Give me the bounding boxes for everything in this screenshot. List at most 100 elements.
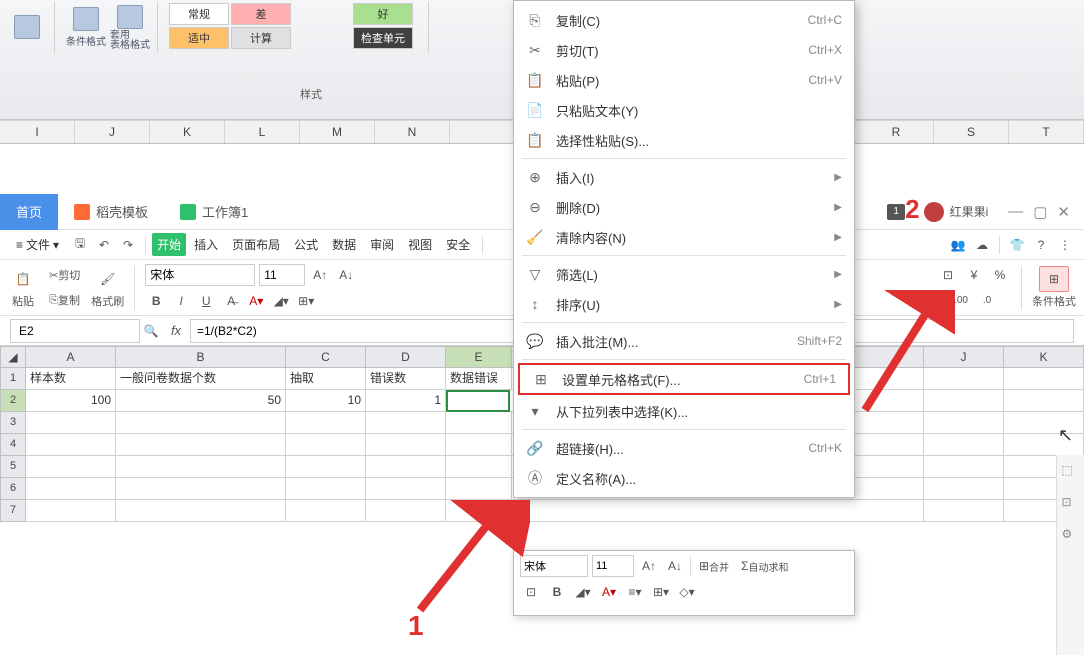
num-fmt[interactable]: ⊡ bbox=[937, 264, 959, 286]
mini-fmt[interactable]: ⊡ bbox=[520, 581, 542, 603]
name-box[interactable] bbox=[10, 319, 140, 343]
mini-align[interactable]: ≡▾ bbox=[624, 581, 646, 603]
qat-save[interactable]: 🖫 bbox=[69, 234, 91, 256]
side-settings[interactable]: ⚙ bbox=[1062, 527, 1080, 545]
col-L[interactable]: L bbox=[225, 121, 300, 143]
ctx-name[interactable]: Ⓐ定义名称(A)... bbox=[514, 463, 854, 493]
paste-btn[interactable]: 📋 bbox=[8, 266, 38, 292]
ctx-insert[interactable]: ⊕插入(I)▶ bbox=[514, 162, 854, 192]
mini-font[interactable] bbox=[520, 555, 588, 577]
row-3[interactable]: 3 bbox=[0, 412, 26, 434]
underline-btn[interactable]: U bbox=[195, 290, 217, 312]
ctx-copy[interactable]: ⎘复制(C)Ctrl+C bbox=[514, 5, 854, 35]
col-I[interactable]: I bbox=[0, 121, 75, 143]
fx-search[interactable]: 🔍 bbox=[140, 320, 162, 342]
font-select[interactable] bbox=[145, 264, 255, 286]
ctx-cut[interactable]: ✂剪切(T)Ctrl+X bbox=[514, 35, 854, 65]
style-good[interactable]: 好 bbox=[353, 3, 413, 25]
col-R[interactable]: R bbox=[859, 121, 934, 143]
ctx-format[interactable]: ⊞设置单元格格式(F)...Ctrl+1 bbox=[518, 363, 850, 395]
menu-data[interactable]: 数据 bbox=[326, 233, 362, 256]
ctx-comment[interactable]: 💬插入批注(M)...Shift+F2 bbox=[514, 326, 854, 356]
cell-C1[interactable]: 抽取 bbox=[286, 368, 366, 390]
ctx-clear[interactable]: 🧹清除内容(N)▶ bbox=[514, 222, 854, 252]
side-props[interactable]: ⊡ bbox=[1062, 495, 1080, 513]
style-medium[interactable]: 适中 bbox=[169, 27, 229, 49]
font-color[interactable]: A▾ bbox=[245, 290, 267, 312]
menu-start[interactable]: 开始 bbox=[152, 233, 186, 256]
fill-color[interactable]: ◢▾ bbox=[270, 290, 292, 312]
cloud-icon[interactable]: ☁ bbox=[971, 234, 993, 256]
cond-fmt-btn[interactable]: 条件格式 bbox=[65, 4, 107, 52]
win-min[interactable]: — bbox=[1008, 203, 1023, 220]
cell-B2[interactable]: 50 bbox=[116, 390, 286, 412]
col-A[interactable]: A bbox=[26, 346, 116, 368]
cell-A2[interactable]: 100 bbox=[26, 390, 116, 412]
mini-color[interactable]: A▾ bbox=[598, 581, 620, 603]
fx-icon[interactable]: fx bbox=[162, 323, 190, 338]
style-bad[interactable]: 差 bbox=[231, 3, 291, 25]
menu-security[interactable]: 安全 bbox=[440, 233, 476, 256]
tab-workbook[interactable]: 工作簿1 bbox=[164, 194, 264, 230]
size-select[interactable] bbox=[259, 264, 305, 286]
col-T[interactable]: T bbox=[1009, 121, 1084, 143]
mini-clear[interactable]: ◇▾ bbox=[676, 581, 698, 603]
mini-fill[interactable]: ◢▾ bbox=[572, 581, 594, 603]
file-menu[interactable]: ≡ 文件 ▾ bbox=[8, 233, 67, 256]
tab-docell[interactable]: 稻壳模板 bbox=[58, 194, 164, 230]
mini-grow[interactable]: A↑ bbox=[638, 555, 660, 577]
qat-redo[interactable]: ↷ bbox=[117, 234, 139, 256]
row-4[interactable]: 4 bbox=[0, 434, 26, 456]
insert-top-btn[interactable] bbox=[6, 4, 48, 52]
cell-C2[interactable]: 10 bbox=[286, 390, 366, 412]
side-select[interactable]: ⬚ bbox=[1062, 463, 1080, 481]
avatar[interactable] bbox=[924, 202, 944, 222]
ctx-paste-text[interactable]: 📄只粘贴文本(Y) bbox=[514, 95, 854, 125]
menu-insert[interactable]: 插入 bbox=[188, 233, 224, 256]
col-J2[interactable]: J bbox=[924, 346, 1004, 368]
ctx-filter[interactable]: ▽筛选(L)▶ bbox=[514, 259, 854, 289]
help-icon[interactable]: ? bbox=[1030, 234, 1052, 256]
cond-fmt-btn2[interactable]: ⊞ bbox=[1039, 266, 1069, 292]
notif-badge[interactable]: 1 bbox=[887, 204, 905, 220]
menu-formula[interactable]: 公式 bbox=[288, 233, 324, 256]
col-D[interactable]: D bbox=[366, 346, 446, 368]
row-2[interactable]: 2 bbox=[0, 390, 26, 412]
row-7[interactable]: 7 bbox=[0, 500, 26, 522]
skin-icon[interactable]: 👕 bbox=[1006, 234, 1028, 256]
dec-dec[interactable]: .0 bbox=[976, 290, 998, 312]
more-icon[interactable]: ⋮ bbox=[1054, 234, 1076, 256]
win-close[interactable]: ✕ bbox=[1057, 203, 1070, 221]
mini-autosum[interactable]: Σ自动求和 bbox=[737, 555, 792, 577]
row-6[interactable]: 6 bbox=[0, 478, 26, 500]
row-5[interactable]: 5 bbox=[0, 456, 26, 478]
ctx-paste[interactable]: 📋粘贴(P)Ctrl+V bbox=[514, 65, 854, 95]
col-J[interactable]: J bbox=[75, 121, 150, 143]
menu-view[interactable]: 视图 bbox=[402, 233, 438, 256]
ctx-link[interactable]: 🔗超链接(H)...Ctrl+K bbox=[514, 433, 854, 463]
ctx-delete[interactable]: ⊖删除(D)▶ bbox=[514, 192, 854, 222]
italic-btn[interactable]: I bbox=[170, 290, 192, 312]
col-B[interactable]: B bbox=[116, 346, 286, 368]
row-1[interactable]: 1 bbox=[0, 368, 26, 390]
grow-font[interactable]: A↑ bbox=[309, 264, 331, 286]
col-S[interactable]: S bbox=[934, 121, 1009, 143]
col-C[interactable]: C bbox=[286, 346, 366, 368]
currency[interactable]: ¥ bbox=[963, 264, 985, 286]
win-max[interactable]: ▢ bbox=[1033, 203, 1047, 221]
mini-shrink[interactable]: A↓ bbox=[664, 555, 686, 577]
cell-B1[interactable]: 一般问卷数据个数 bbox=[116, 368, 286, 390]
col-K[interactable]: K bbox=[150, 121, 225, 143]
cell-D1[interactable]: 错误数 bbox=[366, 368, 446, 390]
ctx-dropdown[interactable]: ▾从下拉列表中选择(K)... bbox=[514, 396, 854, 426]
cut-btn[interactable]: ✂ 剪切 bbox=[44, 264, 85, 286]
table-fmt-btn[interactable]: 套用 表格格式 bbox=[109, 4, 151, 52]
select-all[interactable]: ◢ bbox=[0, 346, 26, 368]
cell-D2[interactable]: 1 bbox=[366, 390, 446, 412]
style-calc[interactable]: 计算 bbox=[231, 27, 291, 49]
menu-layout[interactable]: 页面布局 bbox=[226, 233, 286, 256]
cell-E2-active[interactable] bbox=[446, 390, 510, 412]
col-K2[interactable]: K bbox=[1004, 346, 1084, 368]
menu-review[interactable]: 审阅 bbox=[364, 233, 400, 256]
dec-inc[interactable]: .00 bbox=[950, 290, 972, 312]
